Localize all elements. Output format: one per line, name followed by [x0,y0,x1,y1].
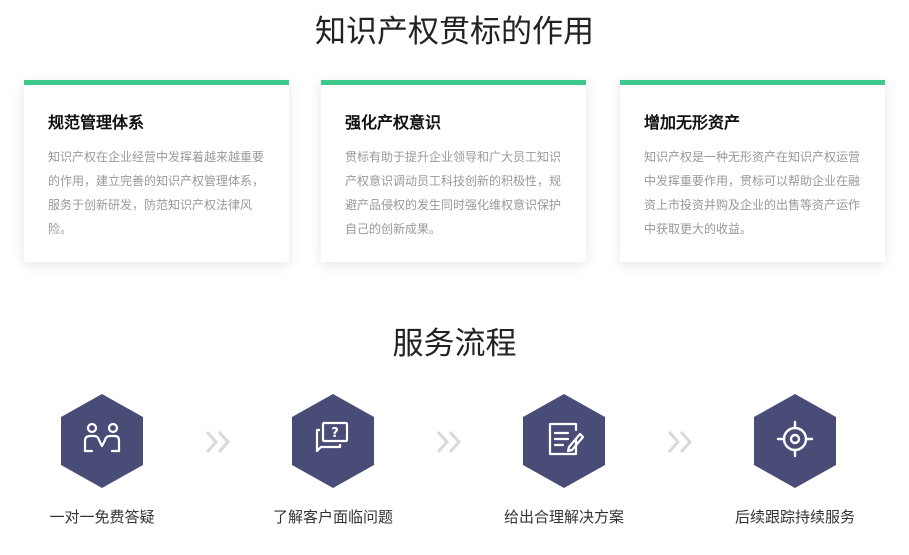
process-step-follow-up-service: 后续跟踪持续服务 [705,392,885,526]
step-label: 了解客户面临问题 [272,508,393,526]
card-title: 强化产权意识 [345,113,442,132]
card-text: 知识产权在企业经营中发挥着越来越重要的作用，建立完善的知识产权管理体系，服务于创… [48,150,265,236]
card-text: 知识产权是一种无形资产在知识产权运营中发挥重要作用，贯标可以帮助企业在融资上市投… [644,150,861,236]
section-title-benefits: 知识产权贯标的作用 [315,14,594,50]
card-increase-intangible-assets: 增加无形资产 知识产权是一种无形资产在知识产权运营中发挥重要作用，贯标可以帮助企… [620,80,885,262]
step-label: 后续跟踪持续服务 [734,508,855,526]
target-icon [754,394,836,488]
question-chat-icon: ? [292,394,374,488]
process-step-solution-plan: 给出合理解决方案 [474,392,654,526]
section-title-service-process: 服务流程 [392,326,517,362]
process-step-understand-problems: ? 了解客户面临问题 [243,392,423,526]
svg-text:?: ? [331,426,339,441]
step-label: 给出合理解决方案 [503,508,624,526]
card-title: 规范管理体系 [48,113,145,132]
double-chevron-right-icon [205,430,231,454]
card-title: 增加无形资产 [644,113,741,132]
double-chevron-right-icon [667,430,693,454]
process-step-free-consultation: 一对一免费答疑 [12,392,192,526]
people-icon [61,394,143,488]
double-chevron-right-icon [436,430,462,454]
card-text: 贯标有助于提升企业领导和广大员工知识产权意识调动员工科技创新的积极性，规避产品侵… [345,150,562,236]
document-edit-icon [523,394,605,488]
card-standardize-management: 规范管理体系 知识产权在企业经营中发挥着越来越重要的作用，建立完善的知识产权管理… [24,80,289,262]
card-strengthen-awareness: 强化产权意识 贯标有助于提升企业领导和广大员工知识产权意识调动员工科技创新的积极… [321,80,586,262]
step-label: 一对一免费答疑 [49,508,155,526]
